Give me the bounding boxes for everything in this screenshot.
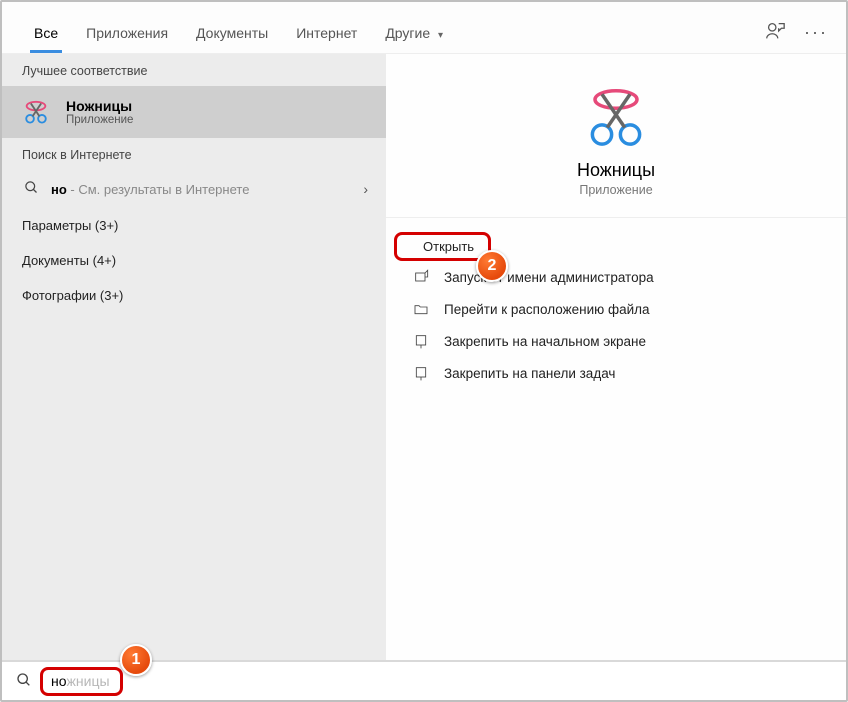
search-input[interactable]: ножницы xyxy=(40,667,123,696)
action-pin-start-label: Закрепить на начальном экране xyxy=(444,334,646,349)
action-pin-start[interactable]: Закрепить на начальном экране xyxy=(394,325,838,357)
filter-tabs: Все Приложения Документы Интернет Другие… xyxy=(2,2,846,54)
annotation-badge-1: 1 xyxy=(120,644,152,676)
scissors-icon xyxy=(581,82,651,152)
search-window: Все Приложения Документы Интернет Другие… xyxy=(0,0,848,702)
preview-title: Ножницы xyxy=(577,160,655,181)
best-match-item[interactable]: Ножницы Приложение xyxy=(2,86,386,138)
preview-header: Ножницы Приложение xyxy=(386,54,846,218)
action-list: Открыть Запуск от имени администратора П… xyxy=(386,218,846,403)
category-documents[interactable]: Документы (4+) xyxy=(2,243,386,278)
best-match-title: Ножницы xyxy=(66,98,133,114)
feedback-icon[interactable] xyxy=(764,20,786,45)
results-panel: Лучшее соответствие Ножницы Приложение xyxy=(2,54,386,662)
action-open[interactable]: Открыть xyxy=(394,232,491,261)
search-autocomplete-ghost: жницы xyxy=(67,673,110,689)
tab-web[interactable]: Интернет xyxy=(282,15,371,53)
category-photos[interactable]: Фотографии (3+) xyxy=(2,278,386,313)
shield-icon xyxy=(412,268,430,286)
web-search-header: Поиск в Интернете xyxy=(2,138,386,170)
action-run-admin[interactable]: Запуск от имени администратора xyxy=(394,261,838,293)
best-match-header: Лучшее соответствие xyxy=(2,54,386,86)
scissors-icon xyxy=(18,94,54,130)
action-admin-label: Запуск от имени администратора xyxy=(444,270,654,285)
chevron-down-icon: ▾ xyxy=(438,30,443,41)
action-file-location[interactable]: Перейти к расположению файла xyxy=(394,293,838,325)
action-open-label: Открыть xyxy=(423,239,474,254)
chevron-right-icon: › xyxy=(363,181,368,197)
tab-all[interactable]: Все xyxy=(20,15,72,53)
preview-panel: Ножницы Приложение Открыть Зап xyxy=(386,54,846,662)
web-search-item[interactable]: но - См. результаты в Интернете › xyxy=(2,170,386,208)
best-match-subtitle: Приложение xyxy=(66,114,133,126)
search-typed-text: но xyxy=(51,673,67,689)
more-options-icon[interactable]: ··· xyxy=(804,22,828,43)
web-query: но xyxy=(51,182,67,197)
tab-more[interactable]: Другие ▾ xyxy=(371,15,457,53)
tab-documents[interactable]: Документы xyxy=(182,15,282,53)
action-location-label: Перейти к расположению файла xyxy=(444,302,650,317)
tab-apps[interactable]: Приложения xyxy=(72,15,182,53)
preview-subtitle: Приложение xyxy=(579,183,652,197)
web-hint: - См. результаты в Интернете xyxy=(67,182,250,197)
annotation-badge-2: 2 xyxy=(476,250,508,282)
action-pin-taskbar-label: Закрепить на панели задач xyxy=(444,366,615,381)
tab-more-label: Другие xyxy=(385,25,430,41)
search-icon xyxy=(24,180,39,198)
action-pin-taskbar[interactable]: Закрепить на панели задач xyxy=(394,357,838,389)
main-area: Лучшее соответствие Ножницы Приложение xyxy=(2,54,846,662)
category-settings[interactable]: Параметры (3+) xyxy=(2,208,386,243)
folder-icon xyxy=(412,300,430,318)
pin-start-icon xyxy=(412,332,430,350)
pin-taskbar-icon xyxy=(412,364,430,382)
search-icon xyxy=(16,672,32,691)
